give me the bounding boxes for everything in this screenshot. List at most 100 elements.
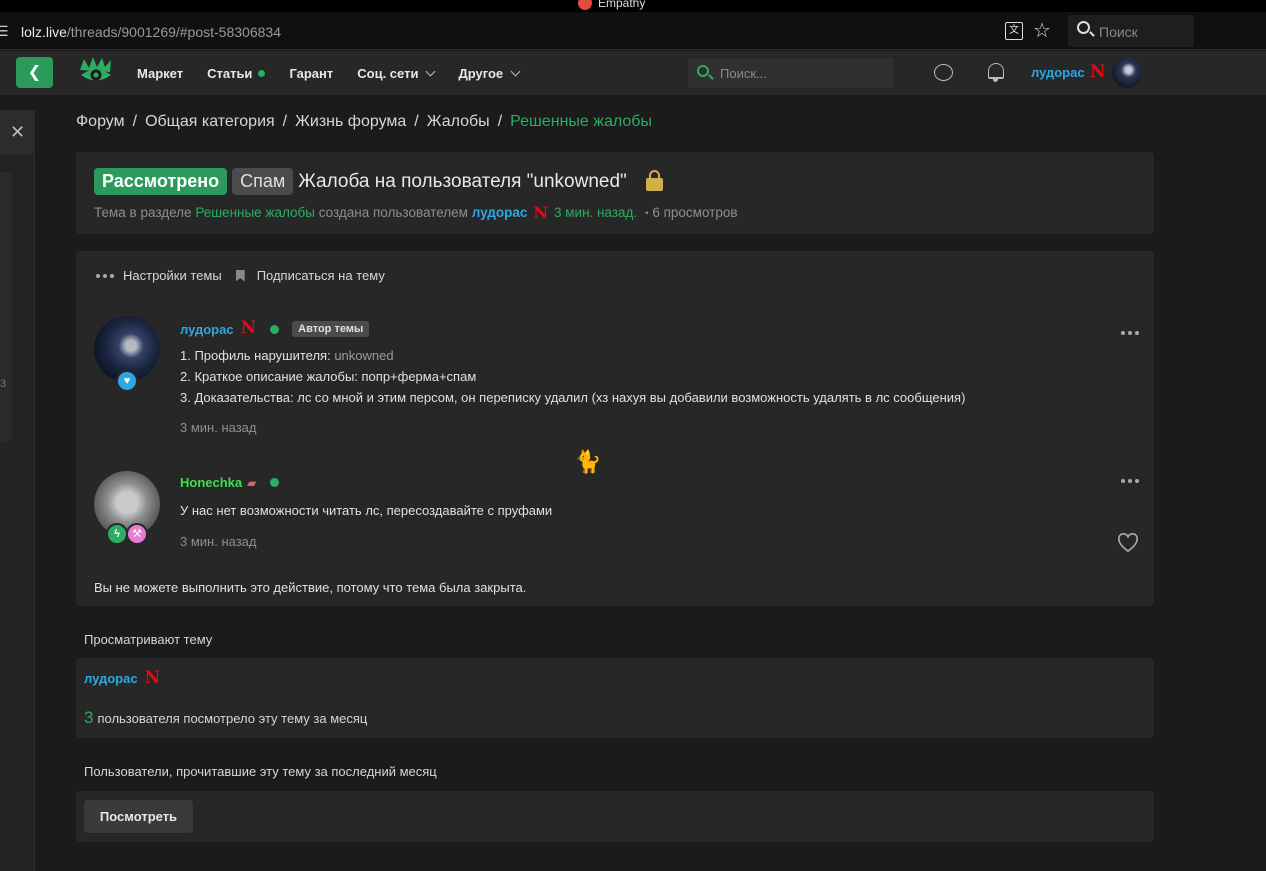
breadcrumb-item[interactable]: Форум xyxy=(76,113,125,130)
post-line-text: 2. Краткое описание жалобы: попр+ферма+с… xyxy=(180,369,477,384)
site-settings-icon[interactable]: ☰ xyxy=(0,23,9,40)
netflix-badge: N xyxy=(240,318,257,338)
search-icon xyxy=(697,65,709,77)
url-text[interactable]: lolz.live/threads/9001269/#post-58306834 xyxy=(21,24,281,40)
breadcrumb-item[interactable]: Жизнь форума xyxy=(295,113,406,130)
app-icon xyxy=(578,0,592,10)
heart-icon[interactable] xyxy=(1117,533,1139,553)
watch-count-number: 3 xyxy=(84,708,94,727)
post-item: ♥ лудорас N Автор темы 1. Профиль наруши… xyxy=(94,316,1139,446)
breadcrumb-separator: / xyxy=(282,113,288,130)
netflix-badge: N xyxy=(533,203,548,222)
meta-time-link[interactable]: 3 мин. назад. xyxy=(554,205,637,220)
netflix-badge: N xyxy=(1090,62,1106,82)
breadcrumb-item[interactable]: Жалобы xyxy=(427,113,490,130)
thread-closed-message: Вы не можете выполнить это действие, пот… xyxy=(94,580,527,595)
bookmark-icon[interactable] xyxy=(235,269,245,282)
post-line: 3. Доказательства: лс со мной и этим пер… xyxy=(180,387,965,408)
nav-item-label: Маркет xyxy=(137,65,184,81)
post-line: 2. Краткое описание жалобы: попр+ферма+с… xyxy=(180,366,965,387)
dots-icon[interactable] xyxy=(1121,331,1139,335)
nav-item-market[interactable]: Маркет xyxy=(137,66,183,81)
nav-item-articles[interactable]: Статьи xyxy=(207,66,266,81)
new-indicator-dot xyxy=(258,69,266,77)
close-icon[interactable]: ✕ xyxy=(0,110,35,154)
eye-logo-icon[interactable] xyxy=(78,56,114,88)
star-icon[interactable]: ☆ xyxy=(1033,18,1051,43)
post-line-text: У нас нет возможности читать лс, пересоз… xyxy=(180,503,553,518)
watching-label: Просматривают тему xyxy=(84,632,213,647)
bell-icon[interactable] xyxy=(988,63,1004,82)
watch-count-text: пользователя посмотрело эту тему за меся… xyxy=(97,711,368,726)
heart-icon: ♥ xyxy=(116,370,138,392)
bolt-icon: ϟ xyxy=(106,523,128,545)
translate-icon[interactable]: 文 xyxy=(1005,22,1023,40)
post-body: У нас нет возможности читать лс, пересоз… xyxy=(180,500,552,521)
thread-tools: Настройки темы Подписаться на тему xyxy=(96,268,385,283)
nav-item-social[interactable]: Соц. сети xyxy=(357,65,436,81)
address-bar[interactable]: ☰ lolz.live/threads/9001269/#post-583068… xyxy=(0,12,1266,50)
watching-panel: лудорас N 3 пользователя посмотрело эту те… xyxy=(76,658,1154,738)
post-line-text: 3. Доказательства: лс со мной и этим пер… xyxy=(180,390,966,405)
chevron-left-icon: ❮ xyxy=(27,64,42,81)
violator-link[interactable]: unkowned xyxy=(334,348,393,363)
lock-icon xyxy=(645,170,663,191)
meta-separator: • xyxy=(645,207,649,218)
nav-item-guarantee[interactable]: Гарант xyxy=(289,66,333,81)
breadcrumb-item[interactable]: Общая категория xyxy=(145,113,275,130)
nav-username[interactable]: лудорас N xyxy=(1031,62,1106,82)
thread-title-row: Рассмотрено Спам Жалоба на пользователя … xyxy=(94,168,663,195)
forum-search-input[interactable] xyxy=(720,64,880,82)
post-time[interactable]: 3 мин. назад xyxy=(180,534,256,549)
nav-item-label: Другое xyxy=(458,65,504,81)
post-item: ϟ ⚒ Honechka ▰ У нас нет возможности чит… xyxy=(94,471,1139,561)
thread-meta: Тема в разделе Решенные жалобы создана п… xyxy=(94,203,738,222)
thread-header: Рассмотрено Спам Жалоба на пользователя … xyxy=(76,152,1154,234)
hammer-icon: ⚒ xyxy=(126,523,148,545)
post-line: 1. Профиль нарушителя: unkowned xyxy=(180,345,965,366)
nav-item-label: Гарант xyxy=(289,65,334,81)
prefix-badge[interactable]: Спам xyxy=(232,168,294,195)
nav-menu: Маркет Статьи Гарант Соц. сети Другое xyxy=(137,51,543,95)
forum-search-box[interactable] xyxy=(688,58,894,88)
chevron-down-icon xyxy=(510,66,521,76)
avatar[interactable] xyxy=(1112,58,1142,88)
nav-item-other[interactable]: Другое xyxy=(458,65,521,81)
nav-item-label: Соц. сети xyxy=(357,65,419,81)
post-time[interactable]: 3 мин. назад xyxy=(180,420,256,435)
chat-icon[interactable] xyxy=(934,64,953,81)
search-icon xyxy=(1077,21,1090,34)
post-body: 1. Профиль нарушителя: unkowned 2. Кратк… xyxy=(180,345,965,408)
chevron-down-icon xyxy=(426,66,436,76)
meta-views: 6 просмотров xyxy=(652,205,738,220)
breadcrumb-separator: / xyxy=(132,113,138,130)
meta-section-link[interactable]: Решенные жалобы xyxy=(195,205,315,220)
status-badge[interactable]: Рассмотрено xyxy=(94,168,228,195)
nav-username-text: лудорас xyxy=(1031,65,1085,80)
subscribe-link[interactable]: Подписаться на тему xyxy=(257,268,385,283)
url-host: lolz.live xyxy=(21,24,67,40)
browser-search-box[interactable]: Поиск xyxy=(1068,15,1194,47)
left-panel-content xyxy=(0,172,12,442)
post-line-text: 1. Профиль нарушителя: xyxy=(180,348,335,363)
watching-user[interactable]: лудорас N xyxy=(84,668,160,688)
browser-search-placeholder: Поиск xyxy=(1099,24,1138,40)
back-button[interactable]: ❮ xyxy=(16,57,53,88)
view-readers-button[interactable]: Посмотреть xyxy=(84,800,193,833)
meta-text: Тема в разделе xyxy=(94,205,192,220)
dots-icon[interactable] xyxy=(96,273,114,278)
window-title: Empathy xyxy=(578,0,645,10)
dots-icon[interactable] xyxy=(1121,479,1139,483)
page-title: Жалоба на пользователя "unkowned" xyxy=(298,170,627,192)
meta-author-link[interactable]: лудорас xyxy=(472,205,528,220)
author-badge: Автор темы xyxy=(292,321,370,337)
forum-navbar: ❮ Маркет Статьи Гарант Соц. сети Другое … xyxy=(0,51,1266,95)
post-author: лудорас N Автор темы xyxy=(180,318,370,338)
post-author-name[interactable]: лудорас xyxy=(180,322,234,337)
post-line: У нас нет возможности читать лс, пересоз… xyxy=(180,500,552,521)
meta-text: создана пользователем xyxy=(318,205,468,220)
thread-settings-link[interactable]: Настройки темы xyxy=(123,268,222,283)
breadcrumb-current[interactable]: Решенные жалобы xyxy=(510,113,652,130)
post-author-name[interactable]: Honechka xyxy=(180,475,242,490)
watching-user-name: лудорас xyxy=(84,671,138,686)
